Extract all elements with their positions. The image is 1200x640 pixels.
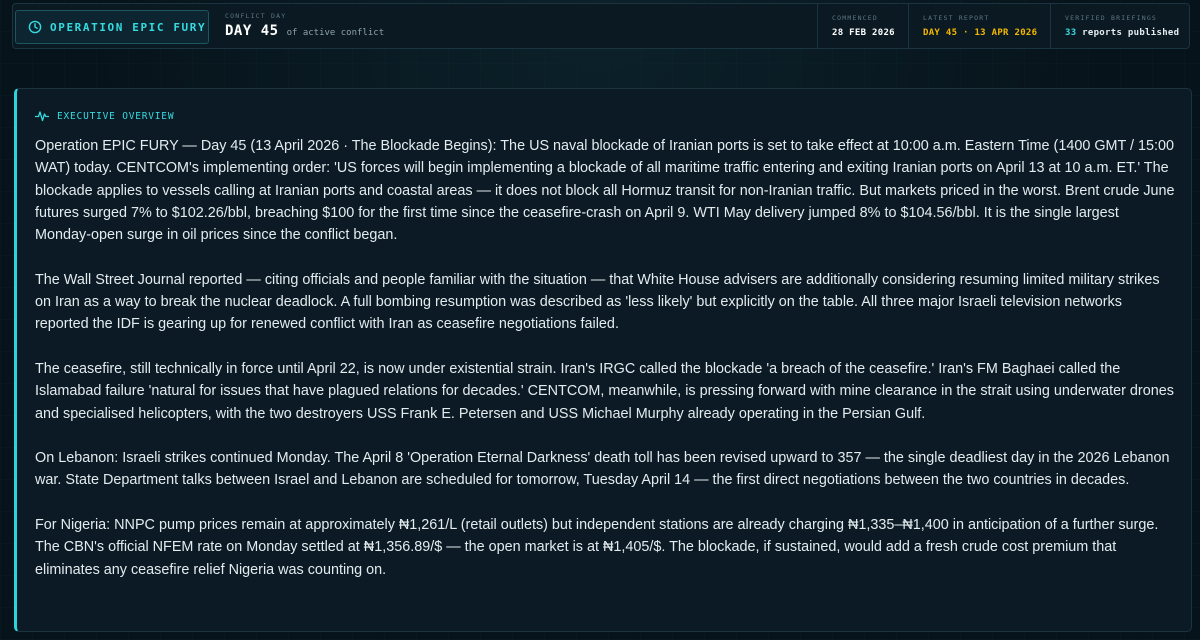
commenced-label: COMMENCED [832, 14, 879, 22]
status-header: OPERATION EPIC FURY CONFLICT DAY DAY 45 … [12, 3, 1190, 49]
overview-paragraph: On Lebanon: Israeli strikes continued Mo… [35, 450, 1170, 489]
overview-paragraph: For Nigeria: NNPC pump prices remain at … [35, 517, 1159, 578]
executive-overview-panel: EXECUTIVE OVERVIEW Operation EPIC FURY —… [14, 88, 1192, 632]
verified-briefings-suffix: reports published [1082, 28, 1180, 38]
activity-pulse-icon [35, 110, 49, 122]
conflict-day-block: CONFLICT DAY DAY 45 of active conflict [225, 12, 384, 39]
latest-report-label: LATEST REPORT [923, 14, 990, 22]
overview-paragraph: Operation EPIC FURY — Day 45 (13 April 2… [35, 138, 1175, 244]
verified-briefings-count: 33 [1065, 28, 1077, 38]
latest-report-value: DAY 45 · 13 APR 2026 [923, 28, 1038, 38]
operation-name: OPERATION EPIC FURY [50, 20, 207, 34]
conflict-day-label: CONFLICT DAY [225, 12, 287, 20]
panel-title: EXECUTIVE OVERVIEW [57, 110, 175, 122]
overview-paragraph: The ceasefire, still technically in forc… [35, 360, 1174, 422]
commenced-stat: COMMENCED 28 FEB 2026 [817, 4, 908, 48]
latest-report-stat: LATEST REPORT DAY 45 · 13 APR 2026 [908, 4, 1050, 48]
overview-body: Operation EPIC FURY — Day 45 (13 April 2… [35, 135, 1175, 603]
conflict-day-suffix: of active conflict [286, 28, 385, 38]
verified-briefings-label: VERIFIED BRIEFINGS [1065, 14, 1158, 22]
verified-briefings-stat: VERIFIED BRIEFINGS 33 reports published [1050, 4, 1190, 48]
commenced-value: 28 FEB 2026 [832, 28, 895, 38]
panel-header: EXECUTIVE OVERVIEW [35, 110, 174, 122]
clock-icon [28, 20, 42, 34]
conflict-day-value: DAY 45 [225, 23, 279, 39]
operation-badge[interactable]: OPERATION EPIC FURY [15, 10, 209, 44]
overview-paragraph: The Wall Street Journal reported — citin… [35, 271, 1160, 333]
